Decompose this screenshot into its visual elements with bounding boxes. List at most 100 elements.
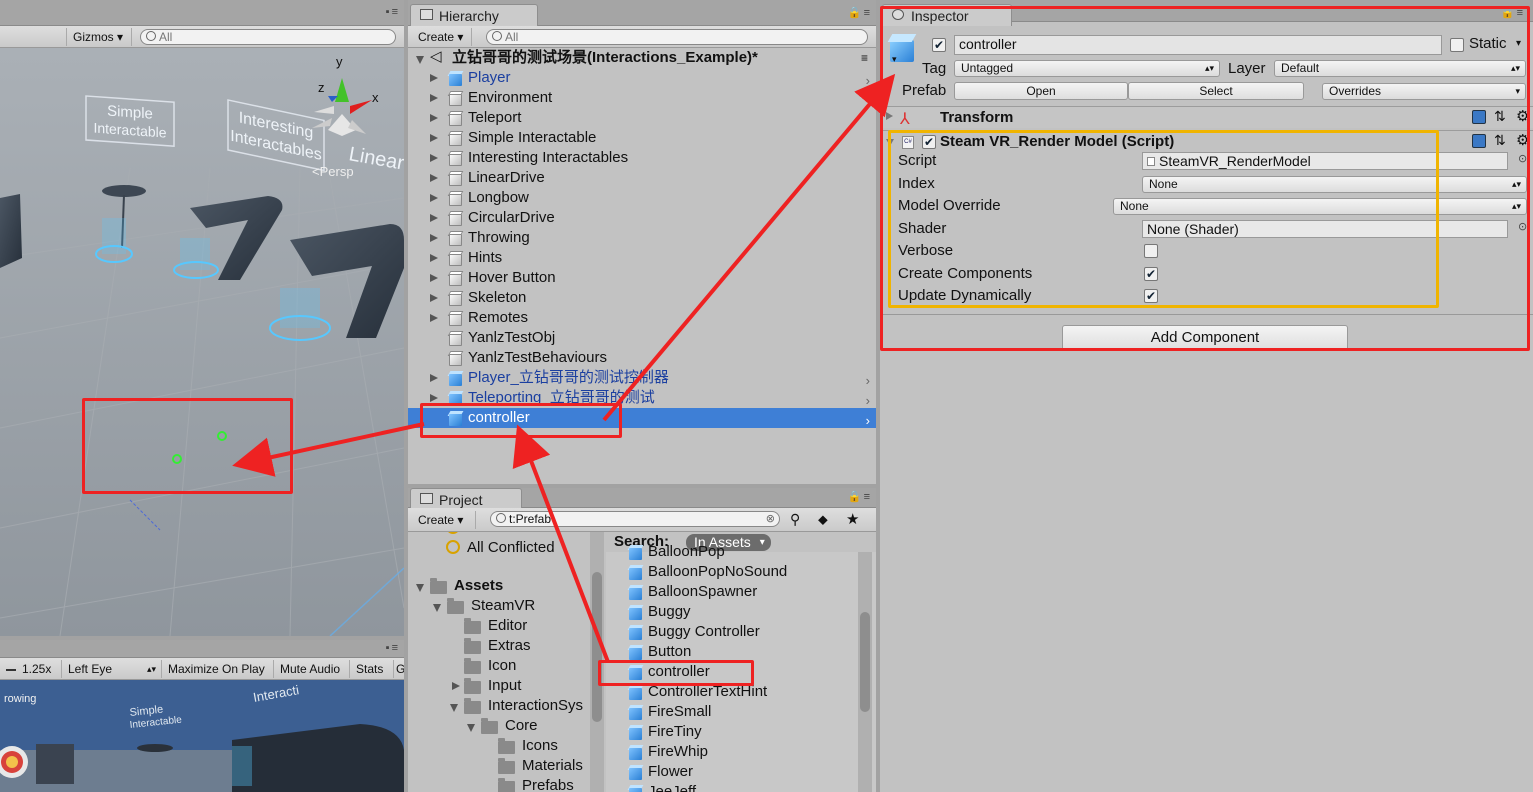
expand-arrow-icon[interactable]: [430, 134, 438, 142]
expand-arrow-icon[interactable]: [430, 314, 438, 322]
expand-arrow-icon[interactable]: [416, 56, 424, 64]
search-icon: [496, 513, 506, 523]
lock-icon[interactable]: 🔒≡: [848, 6, 872, 19]
project-tree-item[interactable]: Materials: [408, 756, 604, 776]
expand-arrow-icon[interactable]: [430, 294, 438, 302]
hierarchy-item[interactable]: LinearDrive: [408, 168, 876, 188]
project-tree-item[interactable]: Editor: [408, 616, 604, 636]
hierarchy-search-input[interactable]: All: [486, 29, 868, 45]
display-dropdown[interactable]: Left Eye ▴▾: [62, 660, 162, 678]
expand-arrow-icon[interactable]: [452, 682, 460, 690]
hierarchy-item[interactable]: Throwing: [408, 228, 876, 248]
hierarchy-item[interactable]: Interesting Interactables: [408, 148, 876, 168]
hierarchy-item[interactable]: CircularDrive: [408, 208, 876, 228]
scene-floor: [0, 48, 404, 636]
panel-menu-icon[interactable]: ▪≡: [386, 6, 400, 18]
project-result-item[interactable]: BalloonSpawner: [606, 582, 876, 602]
expand-arrow-icon[interactable]: [430, 194, 438, 202]
expand-arrow-icon[interactable]: [430, 374, 438, 382]
folder-icon: [498, 778, 515, 792]
expand-arrow-icon[interactable]: [430, 234, 438, 242]
expand-arrow-icon[interactable]: [430, 114, 438, 122]
project-result-item[interactable]: FireSmall: [606, 702, 876, 722]
expand-arrow-icon[interactable]: [430, 254, 438, 262]
scene-search-input[interactable]: All: [140, 29, 396, 45]
gameobject-cube-icon: [447, 131, 464, 146]
persp-label[interactable]: <Persp: [312, 164, 354, 179]
results-scroll-thumb[interactable]: [860, 612, 870, 712]
hierarchy-item-label: Player: [468, 69, 511, 86]
stats-toggle[interactable]: Stats: [350, 660, 394, 678]
tab-project[interactable]: Project: [410, 488, 522, 510]
project-result-item[interactable]: FireWhip: [606, 742, 876, 762]
expand-arrow-icon[interactable]: [467, 724, 475, 732]
hierarchy-item[interactable]: YanlzTestObj: [408, 328, 876, 348]
expand-arrow-icon[interactable]: [433, 604, 441, 612]
create-dropdown[interactable]: Create ▾: [412, 28, 472, 46]
prefab-cube-icon: [627, 785, 644, 792]
hierarchy-item[interactable]: Player_立钻哥哥的测试控制器 ›: [408, 368, 876, 388]
hierarchy-item[interactable]: Skeleton: [408, 288, 876, 308]
gizmos-toggle[interactable]: G: [394, 660, 404, 678]
lock-icon[interactable]: 🔒≡: [848, 490, 872, 503]
scene-menu-icon[interactable]: ≡: [861, 48, 868, 68]
panel-menu-icon[interactable]: ▪≡: [386, 642, 400, 654]
gizmos-dropdown[interactable]: Gizmos ▾: [66, 28, 132, 46]
project-result-item[interactable]: Buggy Controller: [606, 622, 876, 642]
project-result-item[interactable]: JeeJeff: [606, 782, 876, 792]
mute-audio-toggle[interactable]: Mute Audio: [274, 660, 350, 678]
create-dropdown[interactable]: Create ▾: [412, 511, 476, 529]
hierarchy-item[interactable]: Player ›: [408, 68, 876, 88]
expand-arrow-icon[interactable]: [430, 94, 438, 102]
hierarchy-item[interactable]: Longbow: [408, 188, 876, 208]
expand-arrow-icon[interactable]: [430, 74, 438, 82]
project-tree-label: Input: [488, 677, 522, 694]
expand-arrow-icon[interactable]: [430, 154, 438, 162]
project-tree-item[interactable]: InteractionSys: [408, 696, 604, 716]
project-tree-item[interactable]: Input: [408, 676, 604, 696]
project-result-item[interactable]: BalloonPopNoSound: [606, 562, 876, 582]
hierarchy-item[interactable]: Hover Button: [408, 268, 876, 288]
project-result-item[interactable]: FireTiny: [606, 722, 876, 742]
project-tree-label: Core: [505, 717, 538, 734]
project-result-item[interactable]: Button: [606, 642, 876, 662]
maximize-on-play-toggle[interactable]: Maximize On Play: [162, 660, 274, 678]
expand-arrow-icon[interactable]: [430, 174, 438, 182]
filter-by-label-icon[interactable]: ⬥: [818, 511, 828, 528]
tree-scroll-thumb[interactable]: [592, 572, 602, 722]
expand-arrow-icon[interactable]: [450, 704, 458, 712]
project-result-item[interactable]: Buggy: [606, 602, 876, 622]
hierarchy-item[interactable]: Simple Interactable: [408, 128, 876, 148]
game-viewport[interactable]: rowing Simple Interactable Interacti: [0, 680, 404, 792]
project-tree-item[interactable]: All Conflicted: [408, 538, 604, 558]
hierarchy-item[interactable]: Hints: [408, 248, 876, 268]
project-result-item[interactable]: BalloonPop: [606, 542, 876, 562]
hierarchy-item[interactable]: Environment: [408, 88, 876, 108]
project-tree-item[interactable]: Extras: [408, 636, 604, 656]
hierarchy-item[interactable]: YanlzTestBehaviours: [408, 348, 876, 368]
project-result-item[interactable]: Flower: [606, 762, 876, 782]
project-tree-item[interactable]: SteamVR: [408, 596, 604, 616]
hierarchy-item[interactable]: Teleport: [408, 108, 876, 128]
tab-hierarchy[interactable]: Hierarchy: [410, 4, 538, 26]
project-tree-item[interactable]: Prefabs: [408, 776, 604, 792]
svg-text:Simple: Simple: [107, 102, 153, 122]
filter-by-type-icon[interactable]: ⚲: [790, 511, 800, 528]
game-scale-slider[interactable]: 1.25x: [0, 660, 62, 678]
project-tree-item[interactable]: Icon: [408, 656, 604, 676]
expand-arrow-icon[interactable]: [416, 584, 424, 592]
project-tree-item[interactable]: Assets: [408, 576, 604, 596]
results-scrollbar[interactable]: [858, 552, 872, 792]
project-search-input[interactable]: t:Prefab ⊗: [490, 511, 780, 527]
scene-root-row[interactable]: ◁ 立钻哥哥的测试场景(Interactions_Example)* ≡: [408, 48, 876, 68]
expand-arrow-icon[interactable]: [430, 214, 438, 222]
expand-arrow-icon[interactable]: [430, 274, 438, 282]
favorite-star-icon[interactable]: ★: [846, 510, 859, 528]
clear-search-icon[interactable]: ⊗: [766, 512, 775, 526]
scene-viewport[interactable]: Simple Interactable Interesting Interact…: [0, 48, 404, 636]
expand-arrow-icon[interactable]: [430, 394, 438, 402]
project-tree-item[interactable]: Icons: [408, 736, 604, 756]
hierarchy-item[interactable]: Remotes: [408, 308, 876, 328]
project-tree-item[interactable]: Core: [408, 716, 604, 736]
chevron-right-icon[interactable]: ›: [866, 411, 870, 431]
